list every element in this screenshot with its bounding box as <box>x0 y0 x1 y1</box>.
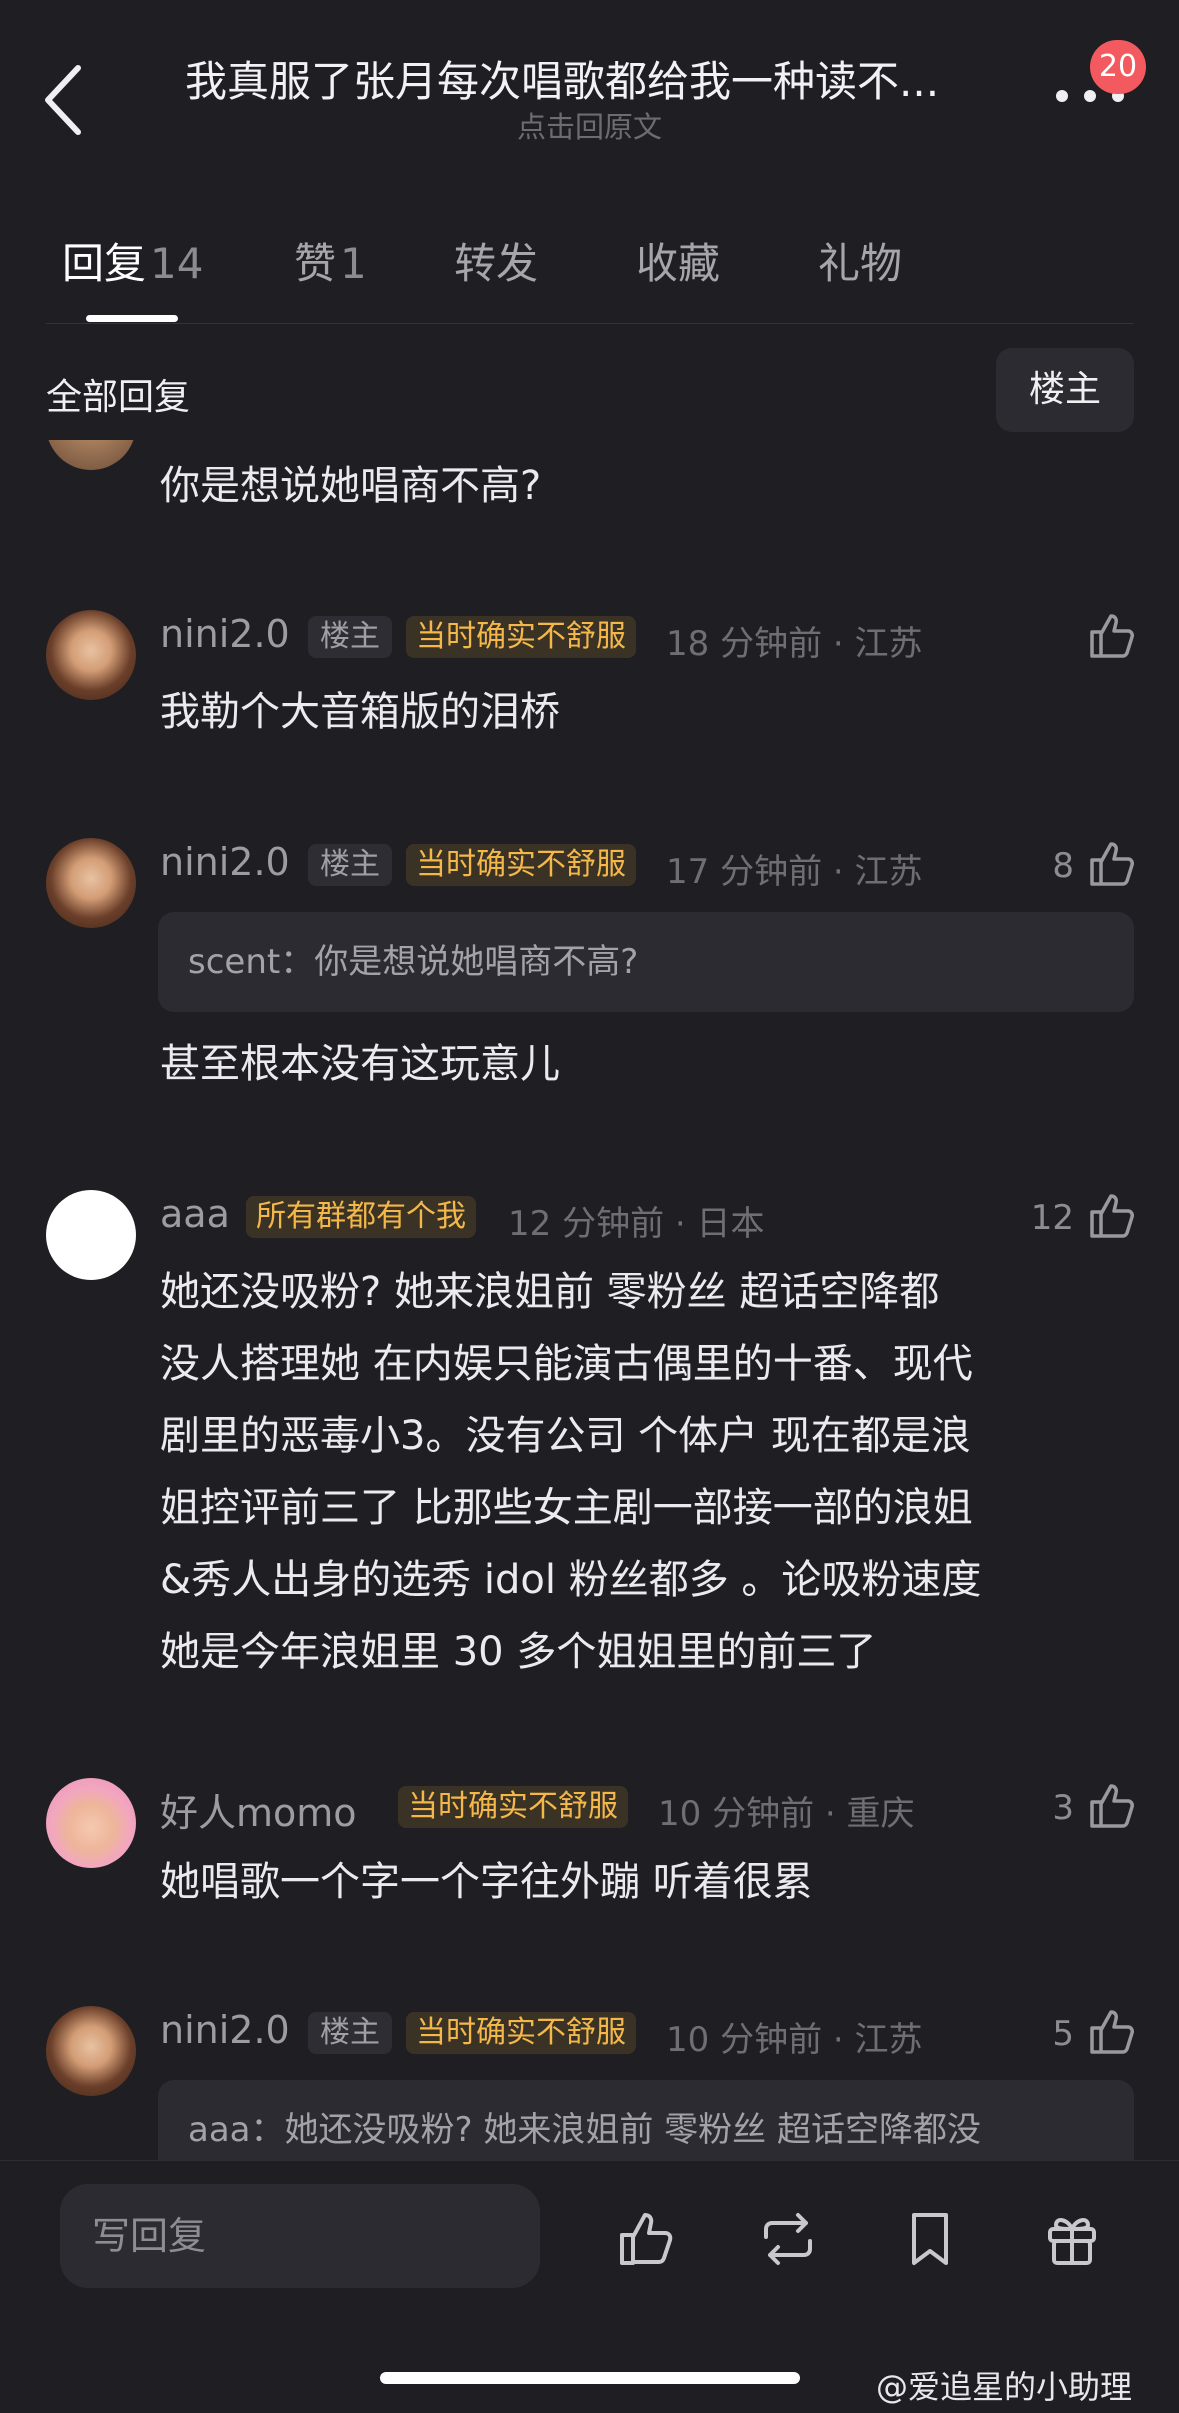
like-count: 8 <box>1052 846 1074 886</box>
thumbs-up-icon[interactable] <box>1086 610 1138 662</box>
fan-title-badge: 所有群都有个我 <box>246 1196 476 1238</box>
tab-label: 转发 <box>454 239 539 288</box>
tab-replies[interactable]: 回复14 <box>62 230 203 291</box>
bookmark-icon[interactable] <box>898 2207 962 2271</box>
view-original-link[interactable]: 点击回原文 <box>0 104 1179 146</box>
fan-title-badge: 当时确实不舒服 <box>406 616 636 658</box>
owner-tag: 楼主 <box>308 844 392 886</box>
tab-label: 礼物 <box>818 239 903 288</box>
tab-reposts[interactable]: 转发 <box>454 230 538 291</box>
comment-text: 我勒个大音箱版的泪桥 <box>160 689 560 735</box>
owner-tag: 楼主 <box>308 616 392 658</box>
tab-label: 回复 <box>62 239 147 288</box>
comment-meta: 12 分钟前 · 日本 <box>508 1204 765 1244</box>
owner-only-button[interactable]: 楼主 <box>996 348 1134 432</box>
comment-meta: 18 分钟前 · 江苏 <box>666 624 923 664</box>
section-title: 全部回复 <box>46 377 191 418</box>
divider <box>46 323 1134 324</box>
quoted-reply[interactable]: scent：你是想说她唱商不高? <box>158 912 1134 1012</box>
comment-text: 你是想说她唱商不高? <box>160 463 542 509</box>
post-title[interactable]: 我真服了张月每次唱歌都给我一种读不... <box>185 48 1005 109</box>
comment-line: 她还没吸粉? 她来浪姐前 零粉丝 超话空降都 <box>160 1269 940 1315</box>
thumbs-up-icon[interactable] <box>1086 2006 1138 2058</box>
like-count: 12 <box>1030 1198 1074 1238</box>
comment-line: 没人搭理她 在内娱只能演古偶里的十番、现代 <box>160 1341 973 1387</box>
like-count: 5 <box>1052 2014 1074 2054</box>
tab-count: 1 <box>340 239 367 288</box>
avatar[interactable] <box>46 1778 136 1868</box>
comment-meta: 10 分钟前 · 江苏 <box>666 2020 923 2060</box>
avatar[interactable] <box>46 610 136 700</box>
fan-title-badge: 当时确实不舒服 <box>406 844 636 886</box>
username[interactable]: aaa <box>160 1192 230 1236</box>
tab-count: 14 <box>150 239 204 288</box>
tab-label: 赞 <box>294 239 337 288</box>
avatar[interactable] <box>46 1190 136 1280</box>
repost-icon[interactable] <box>756 2207 820 2271</box>
like-count: 3 <box>1052 1788 1074 1828</box>
fan-title-badge: 当时确实不舒服 <box>406 2012 636 2054</box>
username[interactable]: nini2.0 <box>160 840 290 884</box>
owner-tag: 楼主 <box>308 2012 392 2054</box>
tab-label: 收藏 <box>636 239 721 288</box>
tab-favorites[interactable]: 收藏 <box>636 230 720 291</box>
reply-input[interactable]: 写回复 <box>60 2184 540 2288</box>
thumbs-up-icon[interactable] <box>1086 1780 1138 1832</box>
tab-gifts[interactable]: 礼物 <box>818 230 902 291</box>
avatar[interactable] <box>46 838 136 928</box>
comment-text: 她还没吸粉? 她来浪姐前 零粉丝 超话空降都 没人搭理她 在内娱只能演古偶里的十… <box>160 1256 1140 1688</box>
avatar[interactable] <box>46 440 136 470</box>
comment-line: 姐控评前三了 比那些女主剧一部接一部的浪姐 <box>160 1485 973 1531</box>
comment-text: 甚至根本没有这玩意儿 <box>160 1041 560 1087</box>
username[interactable]: nini2.0 <box>160 612 290 656</box>
tab-likes[interactable]: 赞1 <box>294 230 367 291</box>
comment-meta: 10 分钟前 · 重庆 <box>658 1794 915 1834</box>
username[interactable]: 好人momo <box>160 1782 357 1837</box>
fan-title-badge: 当时确实不舒服 <box>398 1786 628 1828</box>
thumbs-up-icon[interactable] <box>1086 1190 1138 1242</box>
avatar[interactable] <box>46 2006 136 2096</box>
comment-line: 剧里的恶毒小3。没有公司 个体户 现在都是浪 <box>160 1413 971 1459</box>
thumbs-up-icon[interactable] <box>1086 838 1138 890</box>
gift-icon[interactable] <box>1040 2207 1104 2271</box>
like-button-icon[interactable] <box>614 2207 678 2271</box>
comment-text: 她唱歌一个字一个字往外蹦 听着很累 <box>160 1859 813 1905</box>
username[interactable]: nini2.0 <box>160 2008 290 2052</box>
home-indicator[interactable] <box>380 2372 800 2384</box>
comment-line: 她是今年浪姐里 30 多个姐姐里的前三了 <box>160 1629 877 1675</box>
comment-meta: 17 分钟前 · 江苏 <box>666 852 923 892</box>
watermark: @爱追星的小助理 <box>876 2368 1133 2406</box>
notification-badge: 20 <box>1090 40 1146 94</box>
tab-indicator <box>86 315 178 322</box>
comment-line: &秀人出身的选秀 idol 粉丝都多 。论吸粉速度 <box>160 1557 982 1603</box>
